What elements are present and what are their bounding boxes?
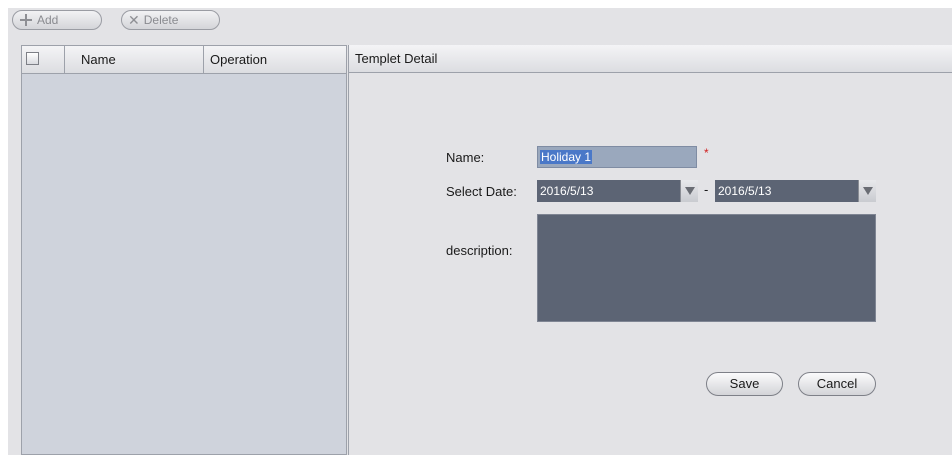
plus-icon (19, 13, 33, 27)
name-field-value: Holiday 1 (540, 150, 593, 164)
save-button[interactable]: Save (706, 372, 783, 396)
select-all-checkbox[interactable] (26, 52, 39, 65)
date-to-select[interactable]: 2016/5/13 (715, 180, 876, 202)
description-textarea[interactable] (537, 214, 876, 322)
templet-detail-panel: Templet Detail Name: Holiday 1 * Select … (348, 45, 952, 455)
app-window: Add ✕ Delete Name Operation Templet Deta… (8, 8, 952, 455)
column-header-operation[interactable]: Operation (204, 46, 346, 73)
template-list: Name Operation (21, 45, 347, 455)
list-header: Name Operation (22, 46, 346, 74)
required-mark: * (704, 146, 709, 160)
detail-title: Templet Detail (349, 45, 952, 73)
chevron-down-icon[interactable] (680, 180, 698, 202)
select-date-label: Select Date: (446, 184, 517, 199)
description-label: description: (446, 243, 513, 258)
column-header-name[interactable]: Name (65, 46, 204, 73)
cancel-button[interactable]: Cancel (798, 372, 876, 396)
date-from-select[interactable]: 2016/5/13 (537, 180, 698, 202)
close-icon: ✕ (128, 12, 140, 28)
date-to-value: 2016/5/13 (718, 184, 772, 198)
name-label: Name: (446, 150, 485, 165)
delete-button[interactable]: ✕ Delete (121, 10, 220, 30)
add-button[interactable]: Add (12, 10, 102, 30)
name-field[interactable]: Holiday 1 (537, 146, 697, 168)
add-button-label: Add (37, 13, 59, 27)
date-separator: - (704, 182, 709, 197)
delete-button-label: Delete (143, 13, 179, 27)
date-from-value: 2016/5/13 (540, 184, 594, 198)
chevron-down-icon[interactable] (858, 180, 876, 202)
select-all-cell (22, 46, 65, 73)
